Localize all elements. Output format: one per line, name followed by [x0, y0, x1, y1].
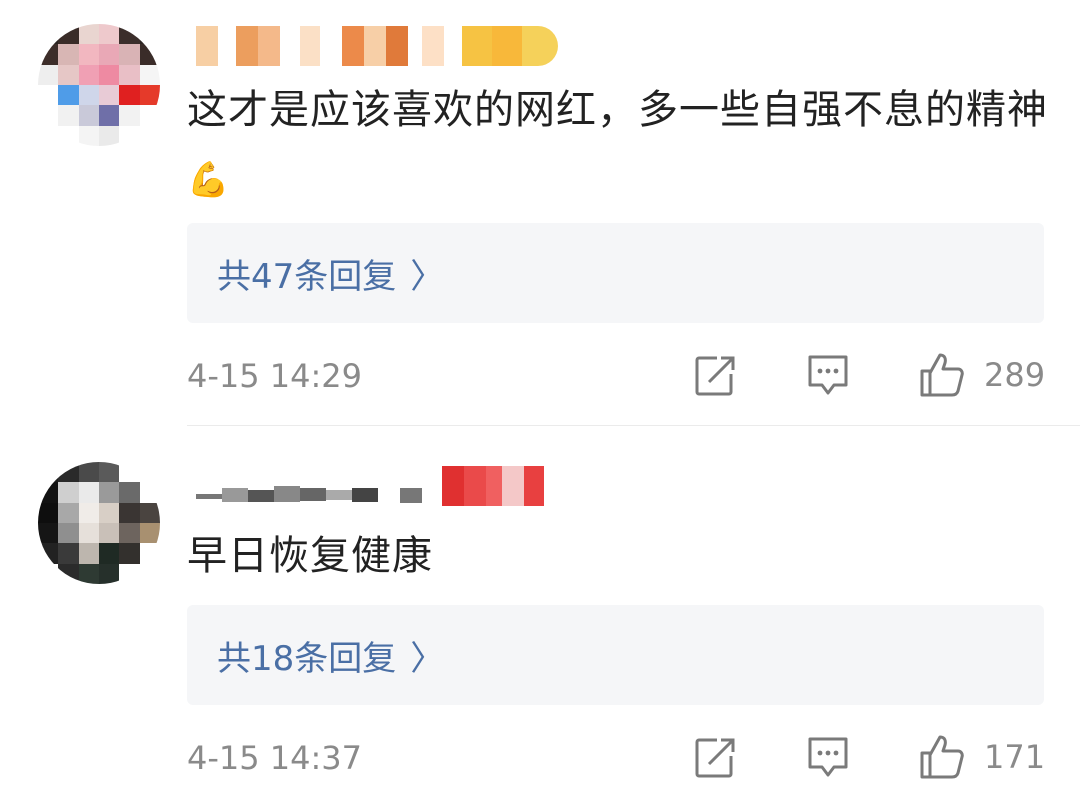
like-count: 289 [984, 356, 1046, 394]
chevron-right-icon: 〉 [410, 256, 445, 297]
view-replies-button[interactable]: 共18条回复 〉 [187, 605, 1044, 705]
timestamp: 4-15 14:29 [187, 357, 363, 395]
thumbs-up-icon [920, 735, 964, 779]
like-button[interactable]: 171 [918, 732, 1045, 782]
share-icon [695, 738, 735, 778]
thumbs-up-icon [920, 353, 964, 397]
comment-text-body: 早日恢复健康 [187, 533, 433, 579]
share-icon [695, 356, 735, 396]
share-button[interactable] [693, 733, 737, 783]
comment-text: 这才是应该喜欢的网红，多一些自强不息的精神 💪 [187, 76, 1057, 214]
comment-text-body: 这才是应该喜欢的网红，多一些自强不息的精神 [187, 87, 1048, 133]
avatar[interactable] [38, 24, 160, 146]
flexed-biceps-icon: 💪 [187, 160, 231, 200]
like-button[interactable]: 289 [918, 350, 1045, 400]
comment-button[interactable] [806, 351, 850, 401]
comment-icon [808, 737, 848, 777]
view-replies-button[interactable]: 共47条回复 〉 [187, 223, 1044, 323]
share-button[interactable] [693, 351, 737, 401]
username-blurred[interactable] [196, 26, 558, 66]
comment-divider [187, 425, 1080, 426]
chevron-right-icon: 〉 [410, 638, 445, 679]
avatar[interactable] [38, 462, 160, 584]
replies-label: 共47条回复 [217, 256, 397, 297]
replies-label: 共18条回复 [217, 638, 397, 679]
like-count: 171 [984, 738, 1046, 776]
comment-text: 早日恢复健康 [187, 522, 1057, 590]
comment-button[interactable] [806, 733, 850, 783]
username-blurred[interactable] [196, 466, 544, 506]
timestamp: 4-15 14:37 [187, 739, 363, 777]
comment-icon [808, 355, 848, 395]
